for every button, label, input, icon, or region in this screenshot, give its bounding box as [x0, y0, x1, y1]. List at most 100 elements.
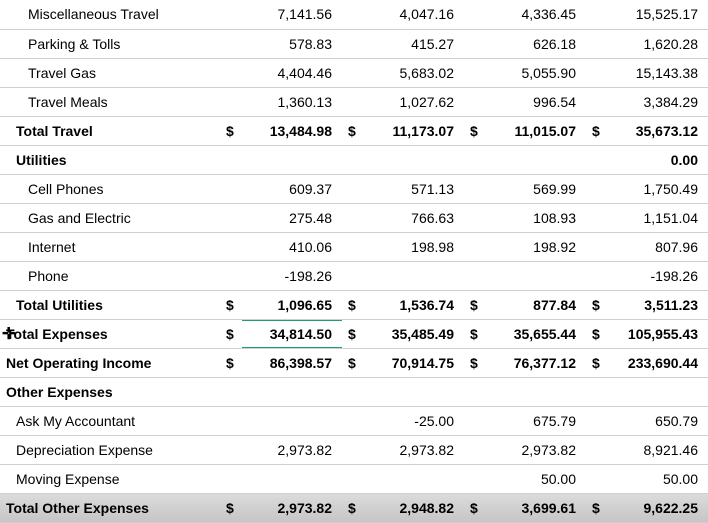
cell-value[interactable]: 2,973.82 — [364, 435, 464, 464]
cell-value[interactable]: 807.96 — [608, 232, 708, 261]
cell-value[interactable]: 7,141.56 — [242, 0, 342, 29]
currency-symbol — [586, 145, 608, 174]
cell-value[interactable]: 578.83 — [242, 29, 342, 58]
cell-value[interactable]: 70,914.75 — [364, 348, 464, 377]
cell-value[interactable] — [242, 145, 342, 174]
cell-value[interactable]: 11,015.07 — [486, 116, 586, 145]
cell-value[interactable] — [364, 261, 464, 290]
currency-symbol: $ — [342, 319, 364, 348]
row-label: Net Operating Income — [0, 348, 220, 377]
currency-symbol — [220, 406, 242, 435]
cell-value[interactable]: 1,620.28 — [608, 29, 708, 58]
cell-value[interactable] — [486, 145, 586, 174]
cell-value[interactable]: 35,673.12 — [608, 116, 708, 145]
currency-symbol — [342, 232, 364, 261]
table-row: Total Expenses$34,814.50$35,485.49$35,65… — [0, 319, 708, 348]
currency-symbol: $ — [220, 290, 242, 319]
row-label: Gas and Electric — [0, 203, 220, 232]
cell-value[interactable]: 609.37 — [242, 174, 342, 203]
row-label: Internet — [0, 232, 220, 261]
cell-value[interactable]: 877.84 — [486, 290, 586, 319]
cell-value[interactable]: 410.06 — [242, 232, 342, 261]
table-row: Gas and Electric 275.48 766.63 108.93 1,151.… — [0, 203, 708, 232]
currency-symbol: $ — [464, 348, 486, 377]
currency-symbol: $ — [220, 348, 242, 377]
cell-value[interactable]: 4,336.45 — [486, 0, 586, 29]
cell-value[interactable]: 1,151.04 — [608, 203, 708, 232]
cell-value[interactable]: 415.27 — [364, 29, 464, 58]
cell-value[interactable] — [242, 406, 342, 435]
cell-value[interactable] — [364, 377, 464, 406]
cell-value[interactable] — [242, 377, 342, 406]
cell-value[interactable]: 3,699.61 — [486, 493, 586, 522]
currency-symbol — [342, 377, 364, 406]
cell-value[interactable]: 626.18 — [486, 29, 586, 58]
cell-value[interactable]: -198.26 — [608, 261, 708, 290]
cell-value[interactable] — [608, 377, 708, 406]
cell-value[interactable]: 35,655.44 — [486, 319, 586, 348]
cell-value[interactable]: 11,173.07 — [364, 116, 464, 145]
cell-value[interactable]: 4,404.46 — [242, 58, 342, 87]
currency-symbol — [586, 377, 608, 406]
cell-value[interactable]: 9,622.25 — [608, 493, 708, 522]
cell-value[interactable] — [486, 261, 586, 290]
currency-symbol — [220, 464, 242, 493]
cell-value[interactable]: 34,814.50 — [242, 319, 342, 348]
cell-value[interactable]: 15,525.17 — [608, 0, 708, 29]
cell-value[interactable]: 105,955.43 — [608, 319, 708, 348]
table-row: Total Other Expenses$2,973.82$2,948.82$3… — [0, 493, 708, 522]
currency-symbol — [220, 58, 242, 87]
cell-value[interactable]: 1,536.74 — [364, 290, 464, 319]
currency-symbol — [220, 29, 242, 58]
cell-value[interactable]: 198.92 — [486, 232, 586, 261]
currency-symbol — [220, 435, 242, 464]
cell-value[interactable]: 76,377.12 — [486, 348, 586, 377]
cell-value[interactable]: 3,384.29 — [608, 87, 708, 116]
cell-value[interactable]: 675.79 — [486, 406, 586, 435]
cell-value[interactable]: -198.26 — [242, 261, 342, 290]
currency-symbol: $ — [586, 493, 608, 522]
cell-value[interactable]: 108.93 — [486, 203, 586, 232]
cell-value[interactable]: 275.48 — [242, 203, 342, 232]
cell-value[interactable]: 5,683.02 — [364, 58, 464, 87]
cell-value[interactable]: 1,750.49 — [608, 174, 708, 203]
cell-value[interactable]: -25.00 — [364, 406, 464, 435]
cell-value[interactable] — [486, 377, 586, 406]
cell-value[interactable]: 50.00 — [608, 464, 708, 493]
cell-value[interactable]: 0.00 — [608, 145, 708, 174]
cell-value[interactable] — [364, 145, 464, 174]
cell-value[interactable]: 233,690.44 — [608, 348, 708, 377]
cell-value[interactable]: 2,973.82 — [486, 435, 586, 464]
currency-symbol — [342, 29, 364, 58]
cell-value[interactable]: 1,027.62 — [364, 87, 464, 116]
cell-value[interactable]: 1,096.65 — [242, 290, 342, 319]
cell-value[interactable] — [242, 464, 342, 493]
cell-value[interactable]: 4,047.16 — [364, 0, 464, 29]
cell-value[interactable]: 569.99 — [486, 174, 586, 203]
cell-value[interactable]: 198.98 — [364, 232, 464, 261]
cell-value[interactable]: 650.79 — [608, 406, 708, 435]
cell-value[interactable]: 50.00 — [486, 464, 586, 493]
cell-value[interactable]: 2,948.82 — [364, 493, 464, 522]
cell-value[interactable] — [364, 464, 464, 493]
currency-symbol: $ — [220, 319, 242, 348]
cell-value[interactable]: 3,511.23 — [608, 290, 708, 319]
cell-value[interactable]: 2,973.82 — [242, 435, 342, 464]
cell-value[interactable]: 766.63 — [364, 203, 464, 232]
cell-value[interactable]: 86,398.57 — [242, 348, 342, 377]
cell-value[interactable]: 996.54 — [486, 87, 586, 116]
currency-symbol — [464, 87, 486, 116]
cell-value[interactable]: 5,055.90 — [486, 58, 586, 87]
currency-symbol: $ — [342, 493, 364, 522]
cell-value[interactable]: 571.13 — [364, 174, 464, 203]
cell-value[interactable]: 15,143.38 — [608, 58, 708, 87]
cell-value[interactable]: 35,485.49 — [364, 319, 464, 348]
cell-value[interactable]: 13,484.98 — [242, 116, 342, 145]
cell-value[interactable]: 2,973.82 — [242, 493, 342, 522]
cell-value[interactable]: 1,360.13 — [242, 87, 342, 116]
cell-value[interactable]: 8,921.46 — [608, 435, 708, 464]
row-label: Total Other Expenses — [0, 493, 220, 522]
table-row: Travel Meals1,360.131,027.62996.543,384.… — [0, 87, 708, 116]
currency-symbol — [220, 174, 242, 203]
table-row: Moving Expense50.0050.00 — [0, 464, 708, 493]
